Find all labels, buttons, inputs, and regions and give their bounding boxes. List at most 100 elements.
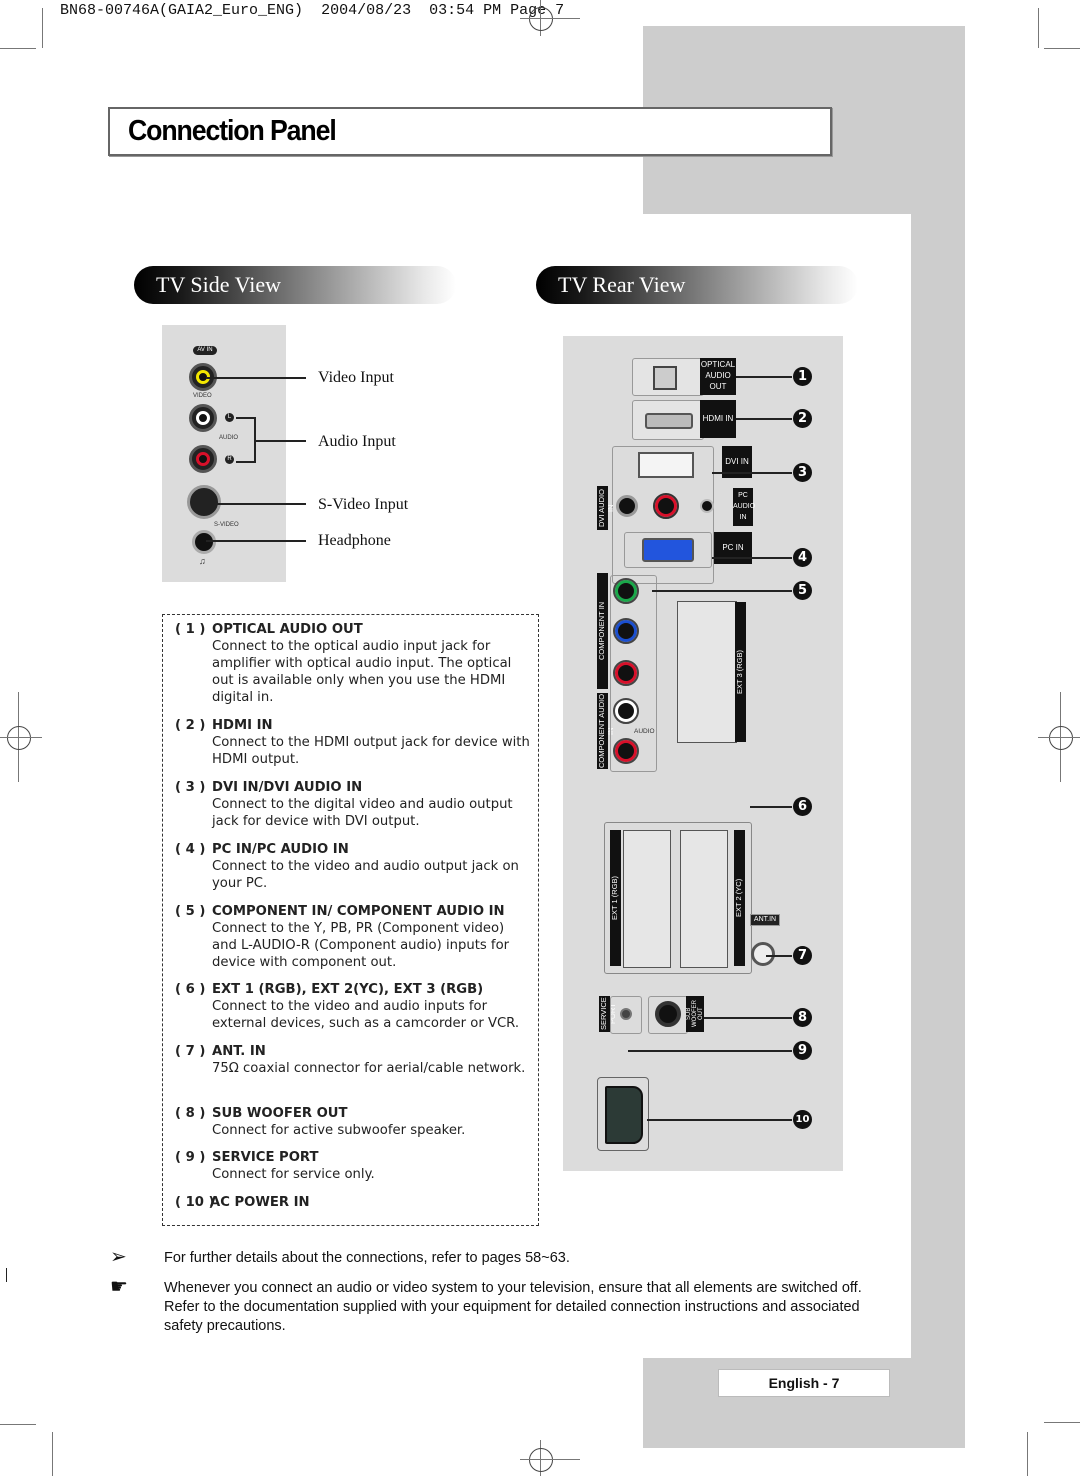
connector-descriptions: ( 1 ) OPTICAL AUDIO OUT Connect to the o… xyxy=(162,614,539,1226)
print-date: 2004/08/23 xyxy=(321,2,412,19)
item-number: ( 4 ) xyxy=(175,842,206,857)
hdmi-label: HDMI IN xyxy=(700,400,736,438)
crop-mark xyxy=(42,8,43,48)
callout-number-10: 10 xyxy=(793,1110,812,1129)
ext1-scart xyxy=(623,830,671,968)
item-title: SUB WOOFER OUT xyxy=(212,1106,348,1121)
item-text: Connect to the Y, PB, PR (Component vide… xyxy=(212,921,510,970)
service-port-label: SERVICE PORT xyxy=(599,996,617,1032)
optical-port-frame xyxy=(632,358,704,396)
item-number: ( 1 ) xyxy=(175,622,206,637)
ext3-scart xyxy=(677,601,737,743)
section-header-rear-view: TV Rear View xyxy=(536,266,858,304)
item-text: Connect to the digital video and audio o… xyxy=(212,797,513,829)
audio-left-marker: L xyxy=(225,413,234,422)
print-time: 03:54 PM xyxy=(429,2,502,19)
headphone-jack xyxy=(192,530,216,554)
registration-mark xyxy=(1049,726,1073,750)
callout-line xyxy=(766,955,792,957)
component-y-jack xyxy=(613,578,639,604)
item-text: 75Ω coaxial connector for aerial/cable n… xyxy=(212,1061,526,1076)
section-header-side-view: TV Side View xyxy=(134,266,456,304)
headphone-icon: ♫ xyxy=(199,556,206,566)
item-title: HDMI IN xyxy=(212,718,273,733)
component-audio-in-label: COMPONENT AUDIO IN xyxy=(597,693,615,769)
callout-headphone: Headphone xyxy=(318,532,391,549)
pc-audio-jack xyxy=(700,499,714,513)
service-port-frame xyxy=(610,996,642,1034)
item-title: EXT 1 (RGB), EXT 2(YC), EXT 3 (RGB) xyxy=(212,982,484,997)
ext1-label: EXT 1 (RGB) xyxy=(610,830,621,966)
section-title: TV Rear View xyxy=(558,272,686,297)
callout-number-9: 9 xyxy=(793,1041,812,1060)
page-title: Connection Panel xyxy=(128,115,337,147)
crop-mark xyxy=(0,48,36,49)
component-audio-right-jack xyxy=(613,738,639,764)
audio-right-marker: R xyxy=(225,455,234,464)
audio-bracket xyxy=(236,417,256,463)
crop-mark xyxy=(1027,1432,1028,1476)
crop-mark xyxy=(1038,737,1080,738)
crop-mark xyxy=(1038,8,1039,48)
item-text: Connect for active subwoofer speaker. xyxy=(212,1123,466,1138)
item-number: ( 6 ) xyxy=(175,982,206,997)
callout-line xyxy=(750,806,792,808)
callout-number-3: 3 xyxy=(793,463,812,482)
item-text: Connect to the HDMI output jack for devi… xyxy=(212,735,530,767)
item-number: ( 7 ) xyxy=(175,1044,206,1059)
item-text: Connect for service only. xyxy=(212,1167,375,1182)
item-text: Connect to the video and audio inputs fo… xyxy=(212,999,520,1031)
callout-line xyxy=(736,418,792,420)
callout-video-input: Video Input xyxy=(318,369,394,386)
page-title-box: Connection Panel xyxy=(108,107,832,156)
callout-number-4: 4 xyxy=(793,548,812,567)
ext2-label: EXT 2 (YC) xyxy=(734,830,745,966)
dvi-port xyxy=(638,452,694,478)
sub-woofer-label: SUB WOOFER OUT xyxy=(686,996,704,1032)
page-number: English - 7 xyxy=(718,1369,890,1397)
service-port xyxy=(620,1008,632,1020)
crop-mark xyxy=(520,18,580,19)
item-number: ( 10 ) xyxy=(175,1195,215,1210)
ext3-label: EXT 3 (RGB) xyxy=(735,602,746,742)
note-text: Whenever you connect an audio or video s… xyxy=(164,1280,862,1334)
sub-woofer-port xyxy=(655,1001,681,1027)
crop-mark xyxy=(6,1268,7,1282)
callout-line xyxy=(647,1119,792,1121)
callout-line xyxy=(254,440,306,442)
dvi-audio-label: DVI AUDIO IN xyxy=(597,486,615,530)
optical-label: OPTICAL AUDIO OUT xyxy=(700,358,736,395)
sub-woofer-frame xyxy=(648,996,688,1034)
callout-line xyxy=(712,557,792,559)
dvi-audio-left-jack xyxy=(616,495,638,517)
item-title: PC IN/PC AUDIO IN xyxy=(212,842,349,857)
arrow-icon: ➢ xyxy=(110,1246,127,1268)
callout-line xyxy=(206,503,306,505)
dvi-audio-right-jack xyxy=(653,493,679,519)
callout-line xyxy=(736,376,792,378)
pc-in-label: PC IN xyxy=(714,532,752,564)
callout-number-1: 1 xyxy=(793,367,812,386)
callout-number-6: 6 xyxy=(793,797,812,816)
callout-line xyxy=(628,1050,792,1052)
registration-mark xyxy=(7,726,31,750)
optical-port xyxy=(653,366,677,390)
item-title: DVI IN/DVI AUDIO IN xyxy=(212,780,363,795)
callout-svideo-input: S-Video Input xyxy=(318,496,409,513)
item-title: AC POWER IN xyxy=(210,1195,310,1210)
crop-mark xyxy=(0,1424,36,1425)
crop-mark xyxy=(0,737,42,738)
video-label: VIDEO xyxy=(193,393,212,399)
crop-mark xyxy=(1044,48,1080,49)
ac-power-frame xyxy=(597,1077,649,1151)
print-header: BN68-00746A(GAIA2_Euro_ENG) 2004/08/23 0… xyxy=(60,2,564,19)
item-title: COMPONENT IN/ COMPONENT AUDIO IN xyxy=(212,904,505,919)
svideo-label: S-VIDEO xyxy=(214,522,239,528)
callout-line xyxy=(712,472,792,474)
crop-mark xyxy=(52,1432,53,1476)
ant-in-port xyxy=(751,942,775,966)
item-text: Connect to the video and audio output ja… xyxy=(212,859,519,891)
component-audio-left-jack xyxy=(613,698,639,724)
pointing-hand-icon: ☛ xyxy=(110,1276,128,1298)
callout-line xyxy=(704,1017,792,1019)
